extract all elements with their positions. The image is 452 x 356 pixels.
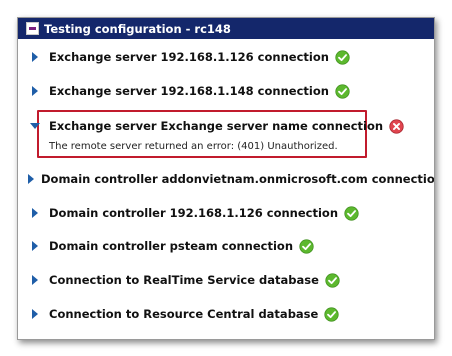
item-label: Exchange server 192.168.1.148 connection [49,84,329,98]
item-label: Connection to RealTime Service database [49,273,319,287]
item-label: Connection to Resource Central database [49,307,319,321]
expand-arrow-icon[interactable] [27,238,43,254]
list-item-dc-addonvietnam[interactable]: Domain controller addonvietnam.onmicroso… [18,169,434,189]
list-item-realtime-db[interactable]: Connection to RealTime Service database [18,270,434,290]
list-item-exchange-148[interactable]: Exchange server 192.168.1.148 connection [18,81,434,101]
list-item-resource-central-db[interactable]: Connection to Resource Central database [18,304,434,324]
success-check-icon [335,83,350,99]
item-label: Domain controller addonvietnam.onmicroso… [41,172,435,186]
item-label: Exchange server Exchange server name con… [49,119,384,133]
app-icon [26,22,39,35]
list-item-dc-psteam[interactable]: Domain controller psteam connection [18,236,434,256]
success-check-icon [335,49,350,65]
error-x-icon [389,118,404,134]
testing-configuration-window: Testing configuration - rc148 Exchange s… [17,17,435,340]
expand-arrow-icon[interactable] [27,49,43,65]
expand-arrow-icon[interactable] [27,171,35,187]
expand-arrow-icon[interactable] [27,205,43,221]
item-label: Exchange server 192.168.1.126 connection [49,50,329,64]
success-check-icon [344,205,359,221]
list-item-dc-126[interactable]: Domain controller 192.168.1.126 connecti… [18,203,434,223]
item-label: Domain controller 192.168.1.126 connecti… [49,206,339,220]
error-message: The remote server returned an error: (40… [49,141,338,152]
expand-arrow-icon[interactable] [27,83,43,99]
list-item-exchange-126[interactable]: Exchange server 192.168.1.126 connection [18,47,434,67]
expand-arrow-icon[interactable] [27,272,43,288]
success-check-icon [325,272,340,288]
list-item-exchange-server-name[interactable]: Exchange server Exchange server name con… [18,116,434,136]
expand-arrow-icon[interactable] [27,306,43,322]
collapse-arrow-icon[interactable] [27,118,43,134]
success-check-icon [299,238,314,254]
item-label: Domain controller psteam connection [49,239,294,253]
title-bar: Testing configuration - rc148 [18,18,434,39]
success-check-icon [324,306,339,322]
window-title: Testing configuration - rc148 [44,21,231,36]
